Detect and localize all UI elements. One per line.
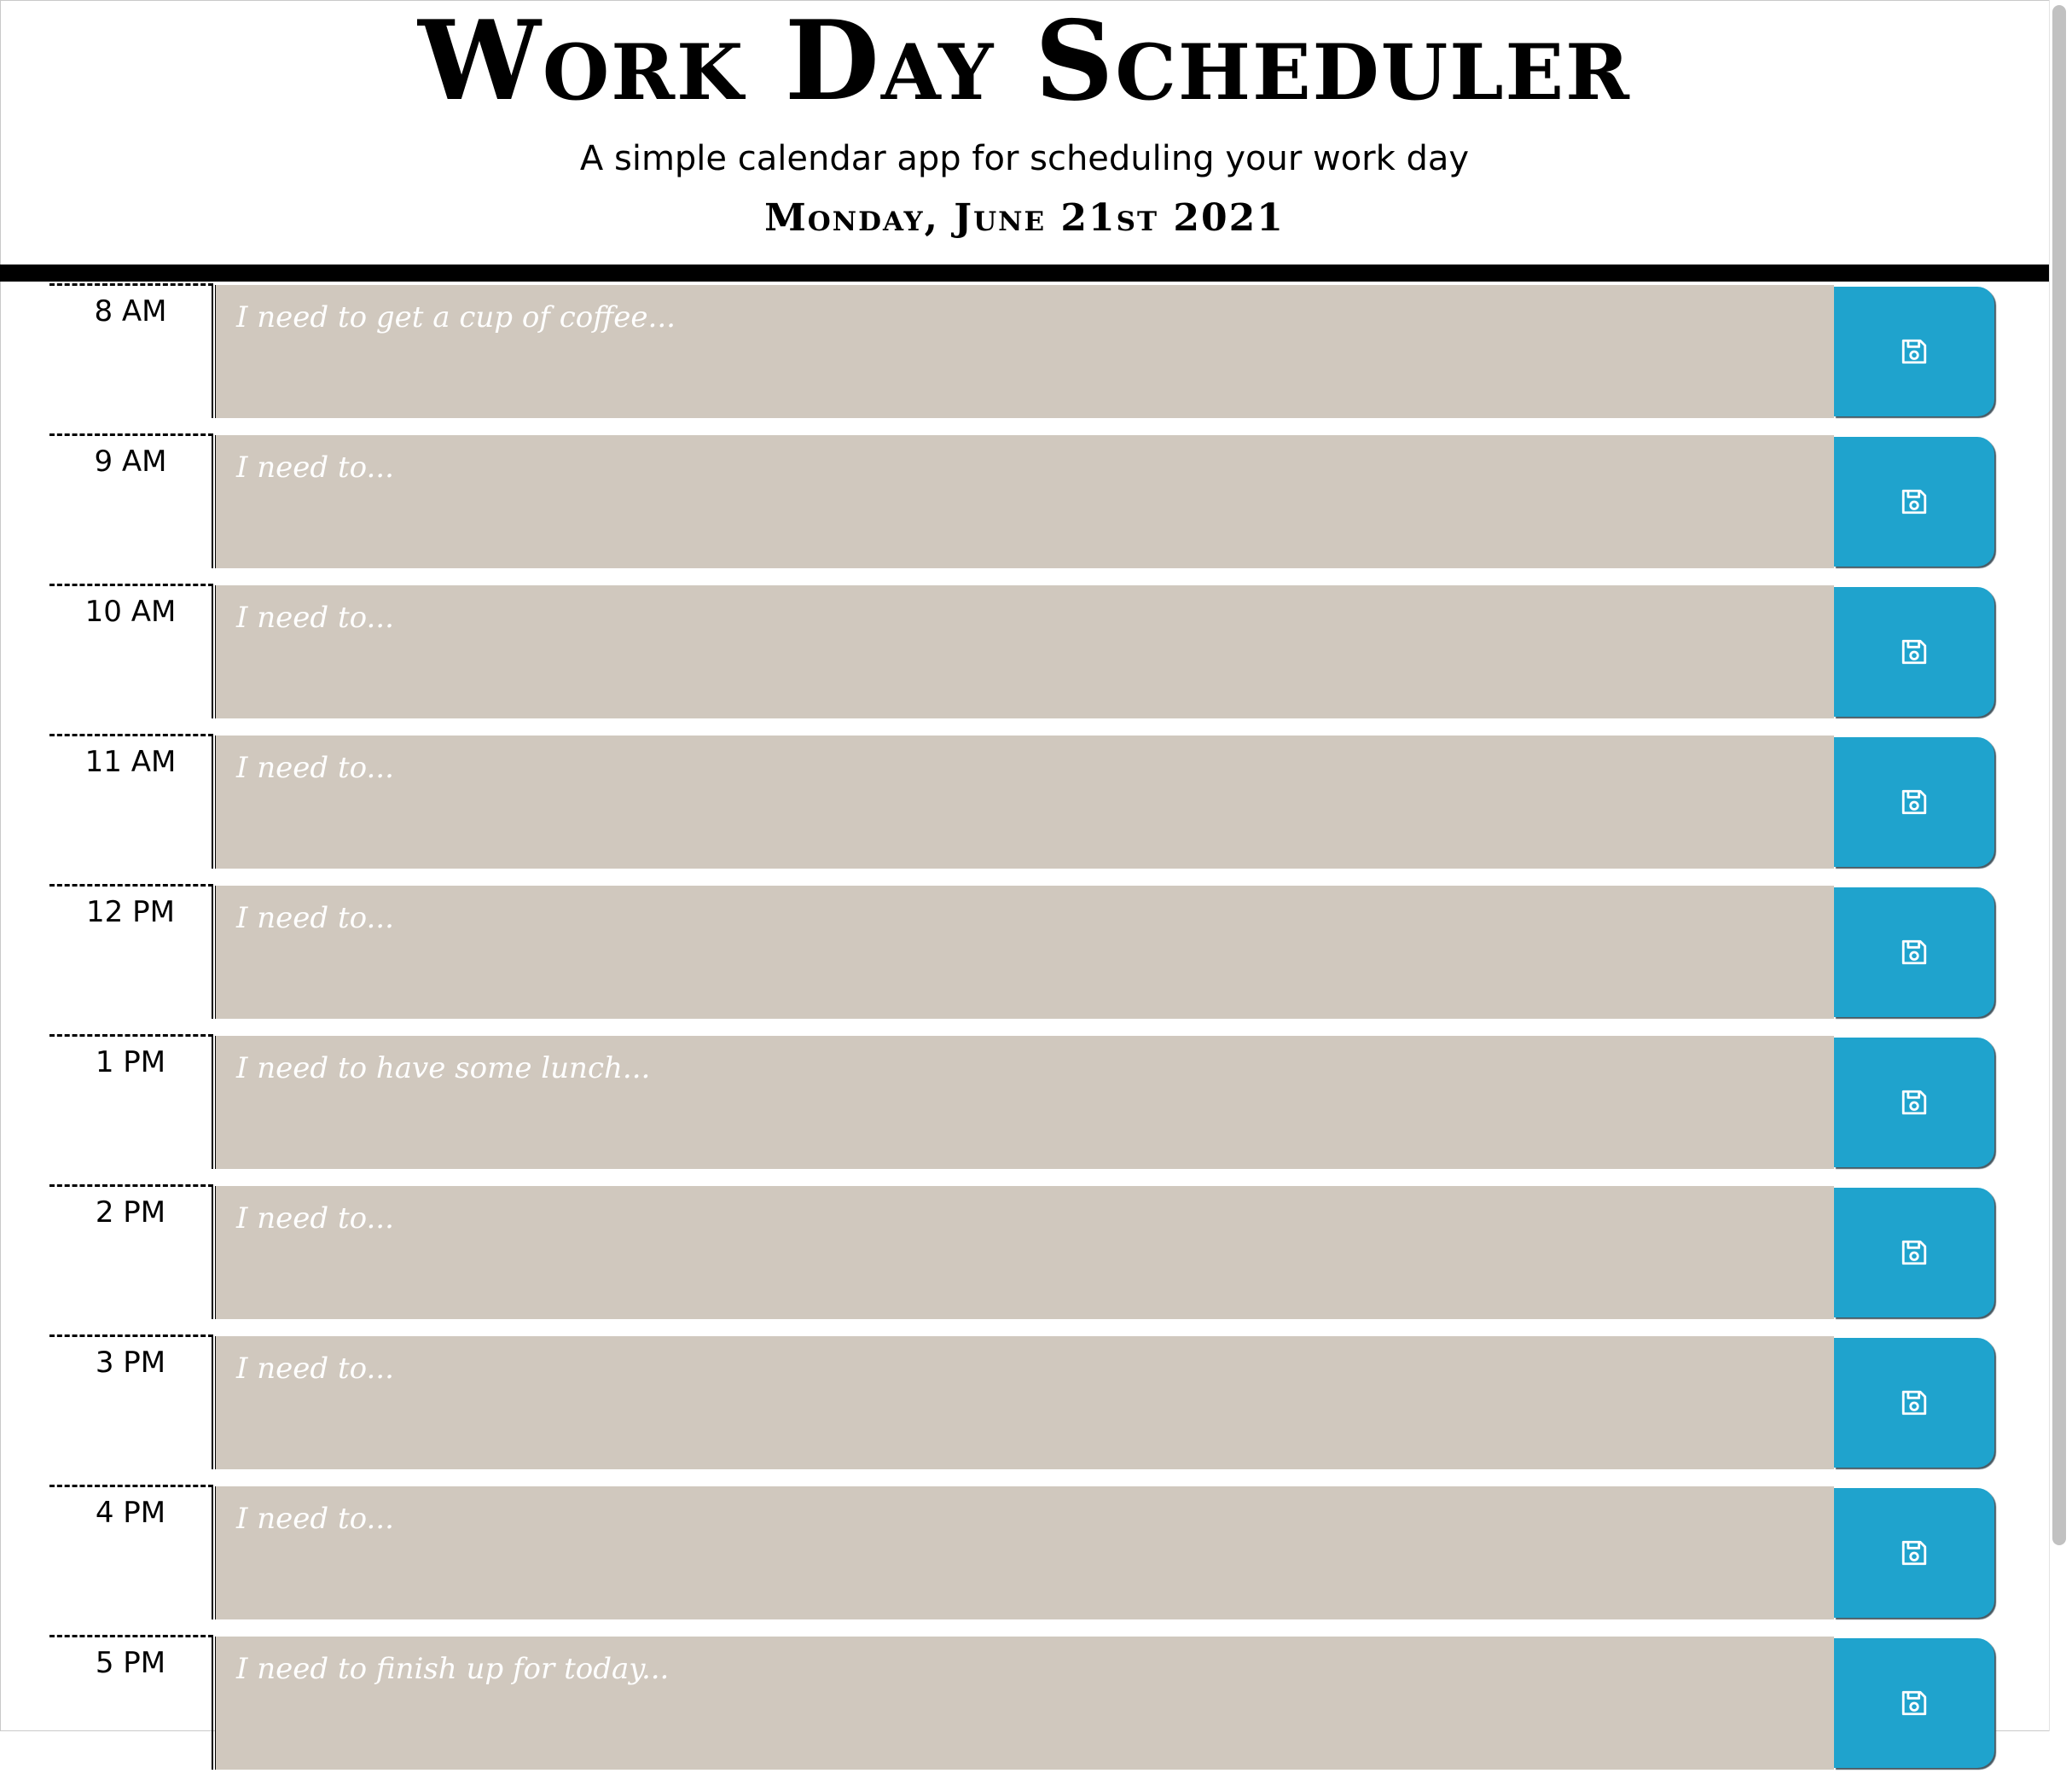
floppy-disk-icon (1901, 639, 1927, 665)
hour-label: 9 AM (49, 433, 213, 568)
task-input[interactable] (215, 1036, 1834, 1169)
hour-label: 3 PM (49, 1334, 213, 1469)
hour-label: 5 PM (49, 1635, 213, 1770)
save-button[interactable] (1834, 1338, 1994, 1468)
time-block-4pm: 4 PM (0, 1485, 2049, 1635)
task-input[interactable] (215, 285, 1834, 418)
save-button[interactable] (1834, 1188, 1994, 1317)
floppy-disk-icon (1901, 1240, 1927, 1265)
time-block-11am: 11 AM (0, 734, 2049, 884)
floppy-disk-icon (1901, 1090, 1927, 1115)
task-input[interactable] (215, 585, 1834, 718)
save-button[interactable] (1834, 737, 1994, 867)
hour-label: 4 PM (49, 1485, 213, 1619)
save-button[interactable] (1834, 437, 1994, 567)
scrollbar-thumb[interactable] (2052, 5, 2066, 1545)
floppy-disk-icon (1901, 489, 1927, 515)
floppy-disk-icon (1901, 1690, 1927, 1716)
time-block-5pm: 5 PM (0, 1635, 2049, 1785)
save-button[interactable] (1834, 887, 1994, 1017)
floppy-disk-icon (1901, 339, 1927, 364)
hour-label: 2 PM (49, 1184, 213, 1319)
task-input[interactable] (215, 1637, 1834, 1770)
time-block-8am: 8 AM (0, 283, 2049, 433)
task-input[interactable] (215, 1336, 1834, 1469)
save-button[interactable] (1834, 587, 1994, 717)
time-block-list: 8 AM 9 AM 10 AM 11 AM 12 PM 1 PM (0, 283, 2049, 1785)
floppy-disk-icon (1901, 1390, 1927, 1416)
save-button[interactable] (1834, 1638, 1994, 1768)
task-input[interactable] (215, 736, 1834, 869)
task-input[interactable] (215, 1486, 1834, 1619)
save-button[interactable] (1834, 1038, 1994, 1167)
hour-label: 12 PM (49, 884, 213, 1019)
task-input[interactable] (215, 886, 1834, 1019)
task-input[interactable] (215, 435, 1834, 568)
time-block-12pm: 12 PM (0, 884, 2049, 1034)
header-divider (0, 265, 2049, 282)
save-button[interactable] (1834, 1488, 1994, 1618)
save-button[interactable] (1834, 287, 1994, 416)
page-title: Work Day Scheduler (418, 0, 1631, 125)
hour-label: 1 PM (49, 1034, 213, 1169)
floppy-disk-icon (1901, 789, 1927, 815)
time-block-3pm: 3 PM (0, 1334, 2049, 1485)
hour-label: 11 AM (49, 734, 213, 869)
page-subtitle: A simple calendar app for scheduling you… (579, 139, 1470, 178)
time-block-2pm: 2 PM (0, 1184, 2049, 1334)
hour-label: 10 AM (49, 584, 213, 718)
task-input[interactable] (215, 1186, 1834, 1319)
floppy-disk-icon (1901, 939, 1927, 965)
time-block-10am: 10 AM (0, 584, 2049, 734)
floppy-disk-icon (1901, 1540, 1927, 1566)
current-day: Monday, June 21st 2021 (764, 196, 1285, 240)
page-header: Work Day Scheduler A simple calendar app… (0, 0, 2049, 266)
time-block-9am: 9 AM (0, 433, 2049, 584)
hour-label: 8 AM (49, 283, 213, 418)
time-block-1pm: 1 PM (0, 1034, 2049, 1184)
